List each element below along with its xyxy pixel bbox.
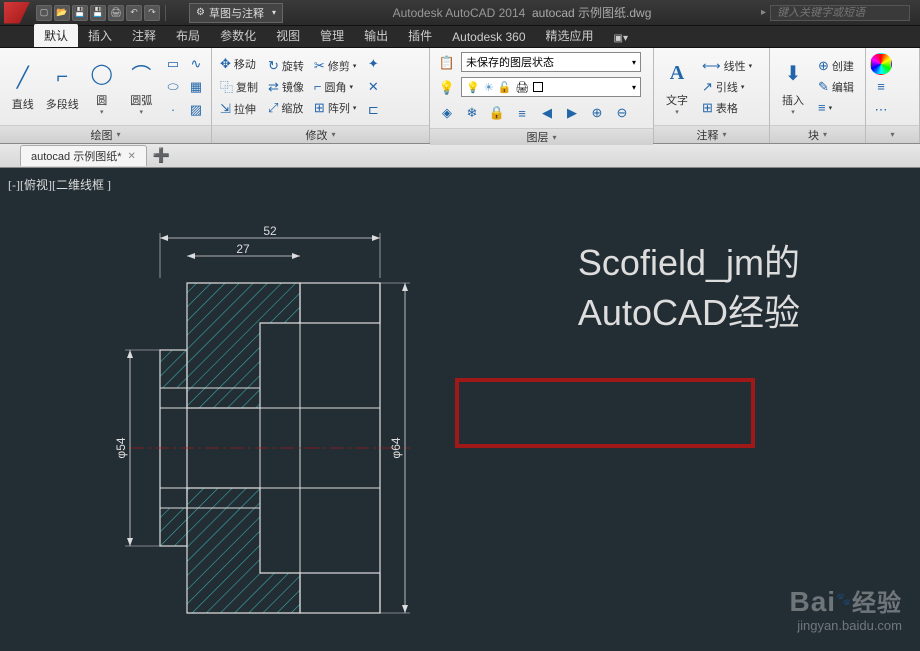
polyline-button[interactable]: ⌐多段线 [44,60,82,114]
svg-text:52: 52 [263,224,277,238]
layer-walk-icon[interactable]: ▶ [561,102,583,124]
svg-text:φ64: φ64 [389,437,403,458]
insert-block-button[interactable]: ⬇插入▾ [774,56,812,118]
trim-button[interactable]: ✂修剪▾ [310,56,360,76]
array-button[interactable]: ⊞阵列▾ [310,98,360,118]
panel-properties: ≡ ⋯ [866,48,920,143]
table-button[interactable]: ⊞表格 [698,98,756,118]
ellipse-icon[interactable]: ⬭ [162,76,184,98]
layer-state-combo[interactable]: 未保存的图层状态▾ [461,52,641,72]
scale-button[interactable]: ⤢缩放 [264,98,308,118]
ribbon: ╱直线 ⌐多段线 ◯圆▾ ⌒圆弧▾ ▭ ∿ ⬭ ▦ · ▨ 绘图 [0,48,920,144]
circle-button[interactable]: ◯圆▾ [83,56,121,118]
offset-icon[interactable]: ⊏ [362,99,384,121]
plot-icon[interactable]: 🖨 [108,5,124,21]
search-arrow-icon: ▸ [761,7,766,18]
panel-block-title[interactable]: 块 [770,125,865,143]
new-icon[interactable]: ▢ [36,5,52,21]
drawing-canvas[interactable]: [-][俯视][二维线框 ] 52 27 [0,168,920,651]
layer-merge-icon[interactable]: ⊕ [586,102,608,124]
workspace-selector[interactable]: 草图与注释▾ [189,3,283,23]
panel-block: ⬇插入▾ ⊕创建 ✎编辑 ≡▾ 块 [770,48,866,143]
file-tab-active[interactable]: autocad 示例图纸* ✕ [20,145,147,166]
tab-annotate[interactable]: 注释 [122,24,166,47]
mirror-button[interactable]: ⇄镜像 [264,77,308,97]
tab-manage[interactable]: 管理 [310,24,354,47]
save-icon[interactable]: 💾 [72,5,88,21]
quick-access-toolbar: ▢ 📂 💾 💾 🖨 ↶ ↷ [36,5,169,21]
autocad-logo-icon[interactable] [4,2,30,24]
tab-a360[interactable]: Autodesk 360 [442,27,535,47]
erase-icon[interactable]: ✕ [362,76,384,98]
title-bar: ▢ 📂 💾 💾 🖨 ↶ ↷ 草图与注释▾ Autodesk AutoCAD 20… [0,0,920,26]
leader-button[interactable]: ↗引线▾ [698,77,756,97]
region-icon[interactable]: ▨ [185,99,207,121]
layer-freeze-icon[interactable]: ❄ [461,102,483,124]
fillet-button[interactable]: ⌐圆角▾ [310,77,360,97]
layer-off-icon[interactable]: 💡 [436,77,458,99]
layer-iso-icon[interactable]: ◈ [436,102,458,124]
undo-icon[interactable]: ↶ [126,5,142,21]
panel-layers-title[interactable]: 图层 [430,128,653,145]
arc-button[interactable]: ⌒圆弧▾ [123,56,161,118]
tab-insert[interactable]: 插入 [78,24,122,47]
tab-featured[interactable]: 精选应用 [536,24,604,47]
layer-match-icon[interactable]: ≡ [511,102,533,124]
svg-text:φ54: φ54 [114,437,128,458]
close-tab-icon[interactable]: ✕ [127,151,135,162]
tab-expand-icon[interactable]: ▣▾ [604,30,638,47]
panel-annotation: A文字▾ ⟷线性▾ ↗引线▾ ⊞表格 注释 [654,48,770,143]
line-button[interactable]: ╱直线 [4,60,42,114]
panel-props-title[interactable] [866,125,919,143]
panel-modify: ✥移动 ⿻复制 ⇲拉伸 ↻旋转 ⇄镜像 ⤢缩放 ✂修剪▾ ⌐圆角▾ ⊞阵列▾ ✦… [212,48,430,143]
edit-attr-button[interactable]: ≡▾ [814,98,858,117]
layer-props-icon[interactable]: 📋 [436,52,458,74]
lineweight-icon[interactable]: ≡ [870,76,892,98]
dimension-button[interactable]: ⟷线性▾ [698,56,756,76]
panel-modify-title[interactable]: 修改 [212,125,429,143]
rotate-button[interactable]: ↻旋转 [264,56,308,76]
explode-icon[interactable]: ✦ [362,53,384,75]
panel-draw: ╱直线 ⌐多段线 ◯圆▾ ⌒圆弧▾ ▭ ∿ ⬭ ▦ · ▨ 绘图 [0,48,212,143]
open-icon[interactable]: 📂 [54,5,70,21]
point-icon[interactable]: · [162,99,184,121]
watermark: Bai🐾经验 jingyan.baidu.com [789,583,902,633]
search-input[interactable] [770,5,910,21]
panel-annotation-title[interactable]: 注释 [654,125,769,143]
hatch-icon[interactable]: ▦ [185,76,207,98]
tab-plugins[interactable]: 插件 [398,24,442,47]
panel-layers: 📋 未保存的图层状态▾ 💡 💡☀🔓🖨▾ ◈ ❄ 🔒 ≡ ◀ ▶ ⊕ ⊖ 图层 [430,48,654,143]
spline-icon[interactable]: ∿ [185,53,207,75]
layer-lock-icon[interactable]: 🔒 [486,102,508,124]
redo-icon[interactable]: ↷ [144,5,160,21]
panel-draw-title[interactable]: 绘图 [0,125,211,143]
svg-text:27: 27 [236,242,250,256]
ribbon-tabs: 默认 插入 注释 布局 参数化 视图 管理 输出 插件 Autodesk 360… [0,26,920,48]
layer-current-combo[interactable]: 💡☀🔓🖨▾ [461,77,641,97]
copy-button[interactable]: ⿻复制 [216,75,262,98]
tab-output[interactable]: 输出 [354,24,398,47]
move-button[interactable]: ✥移动 [216,54,262,74]
layer-prev-icon[interactable]: ◀ [536,102,558,124]
create-block-button[interactable]: ⊕创建 [814,56,858,76]
file-tabs: autocad 示例图纸* ✕ ➕ [0,144,920,168]
edit-block-button[interactable]: ✎编辑 [814,77,858,97]
layer-delete-icon[interactable]: ⊖ [611,102,633,124]
new-tab-icon[interactable]: ➕ [153,147,170,164]
tab-view[interactable]: 视图 [266,24,310,47]
canvas-text-annotation: Scofield_jm的 AutoCAD经验 [578,238,800,339]
linetype-icon[interactable]: ⋯ [870,99,892,121]
tab-layout[interactable]: 布局 [166,24,210,47]
color-icon[interactable] [870,53,892,75]
tab-parametric[interactable]: 参数化 [210,24,266,47]
saveas-icon[interactable]: 💾 [90,5,106,21]
stretch-button[interactable]: ⇲拉伸 [216,99,262,119]
tab-default[interactable]: 默认 [34,24,78,47]
text-button[interactable]: A文字▾ [658,56,696,118]
rect-icon[interactable]: ▭ [162,53,184,75]
title-text: Autodesk AutoCAD 2014 autocad 示例图纸.dwg [283,4,761,21]
highlight-box [455,378,755,448]
